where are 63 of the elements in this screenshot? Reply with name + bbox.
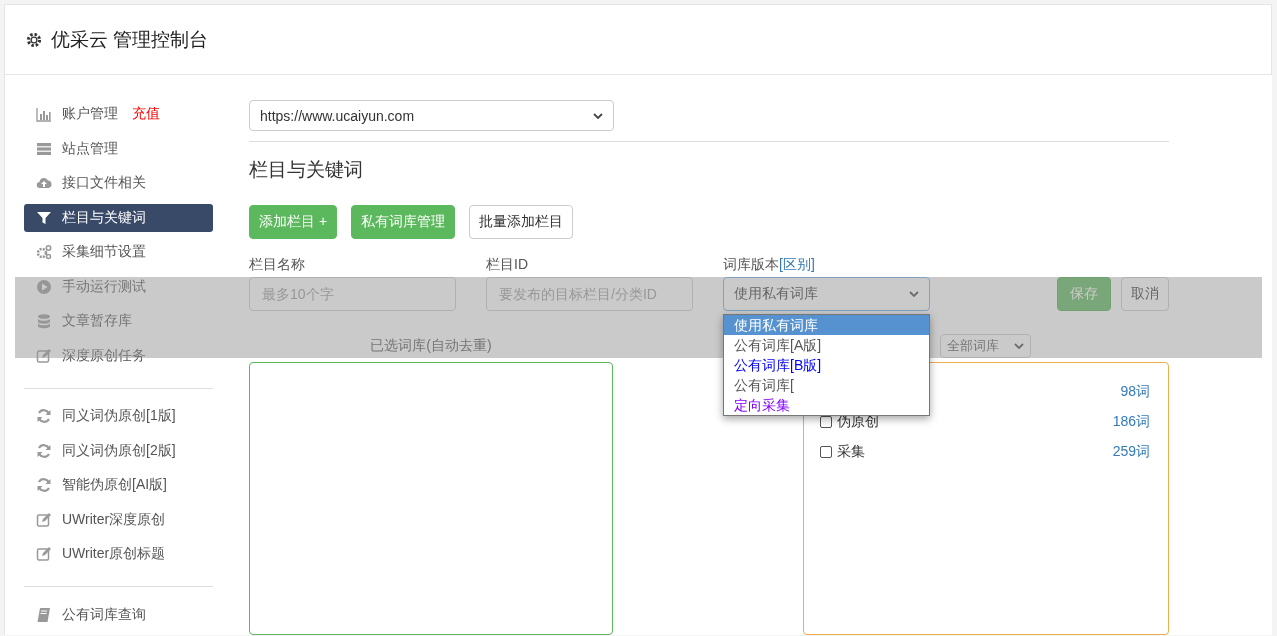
sidebar-item[interactable]: 接口文件相关 <box>24 169 213 198</box>
app-title: 优采云 管理控制台 <box>51 27 209 52</box>
sidebar-item-label: 同义词伪原创[1版] <box>62 407 176 426</box>
version-select[interactable]: 使用私有词库 <box>723 277 930 312</box>
database-icon <box>36 313 52 330</box>
refresh-icon <box>36 477 52 494</box>
sidebar-item-label: 深度原创任务 <box>62 346 146 365</box>
field-label: 栏目名称 <box>249 256 306 275</box>
cancel-button[interactable]: 取消 <box>1121 277 1169 312</box>
refresh-icon <box>36 442 52 459</box>
dropdown-option[interactable]: 公有词库[ <box>724 375 929 395</box>
field-label: 词库版本 <box>723 256 779 273</box>
edit-icon <box>36 347 52 364</box>
sidebar-item[interactable]: 采集细节设置 <box>24 238 213 267</box>
sidebar-item-label: 接口文件相关 <box>62 174 146 193</box>
sidebar-item[interactable]: 同义词伪原创[2版] <box>24 436 213 465</box>
settings-icon <box>25 30 43 49</box>
field-label: 栏目ID <box>486 256 529 275</box>
toolbar-button[interactable]: 批量添加栏目 <box>469 205 574 240</box>
site-select[interactable]: https://www.ucaiyun.com <box>249 100 614 132</box>
word-count[interactable]: 259词 <box>1112 443 1150 462</box>
checkbox[interactable] <box>820 446 832 459</box>
sidebar-item-label: 手动运行测试 <box>62 277 146 296</box>
sidebar-item-label: 栏目与关键词 <box>62 208 146 227</box>
gears-icon <box>36 244 52 261</box>
word-count[interactable]: 98词 <box>1120 383 1150 402</box>
difference-link[interactable]: [区别] <box>779 256 815 273</box>
sidebar-item[interactable]: 智能伪原创[AI版] <box>24 470 213 500</box>
sidebar-item-label: 同义词伪原创[2版] <box>62 441 176 460</box>
server-icon <box>36 140 52 157</box>
dropdown-option[interactable]: 公有词库[A版] <box>724 335 929 355</box>
refresh-icon <box>36 408 52 425</box>
recharge-link[interactable]: 充值 <box>132 105 160 124</box>
caret-icon <box>909 291 919 298</box>
edit-icon <box>36 546 52 563</box>
caret-icon <box>1014 343 1024 350</box>
sidebar-item-label: 站点管理 <box>62 139 118 158</box>
sidebar-item[interactable]: 栏目与关键词 <box>24 203 213 232</box>
book-icon <box>36 606 52 623</box>
sidebar-item[interactable]: 同义词伪原创[1版] <box>24 401 213 431</box>
sidebar-item[interactable]: UWriter原创标题 <box>24 539 213 569</box>
sidebar-item[interactable]: 站点管理 <box>24 134 213 163</box>
sidebar-item[interactable]: 公有词库查询 <box>24 600 213 629</box>
selected-libraries-label: 已选词库(自动去重) <box>369 337 493 356</box>
sidebar-item-label: 账户管理 <box>62 105 118 124</box>
dropdown-option[interactable]: 定向采集 <box>724 395 929 415</box>
dropdown-option[interactable]: 公有词库[B版] <box>724 355 929 375</box>
edit-icon <box>36 511 52 528</box>
bar-chart-icon <box>36 106 52 123</box>
sidebar-item-label: 采集细节设置 <box>62 243 146 262</box>
sidebar-item[interactable]: UWriter深度原创 <box>24 505 213 534</box>
play-icon <box>36 278 52 295</box>
sidebar-item[interactable]: 账户管理 充值 <box>24 100 213 129</box>
sidebar-item-label: UWriter深度原创 <box>62 510 166 529</box>
sidebar-item-label: 文章暂存库 <box>62 312 132 331</box>
sidebar-item-label: 公有词库查询 <box>62 605 146 624</box>
sidebar-item-label: 智能伪原创[AI版] <box>62 476 167 495</box>
sidebar-item-label: UWriter原创标题 <box>62 545 166 564</box>
library-name: 采集 <box>837 443 865 462</box>
word-count[interactable]: 186词 <box>1112 413 1150 432</box>
caret-icon <box>593 112 603 119</box>
filter-icon <box>36 209 52 226</box>
section-title: 栏目与关键词 <box>249 158 364 183</box>
